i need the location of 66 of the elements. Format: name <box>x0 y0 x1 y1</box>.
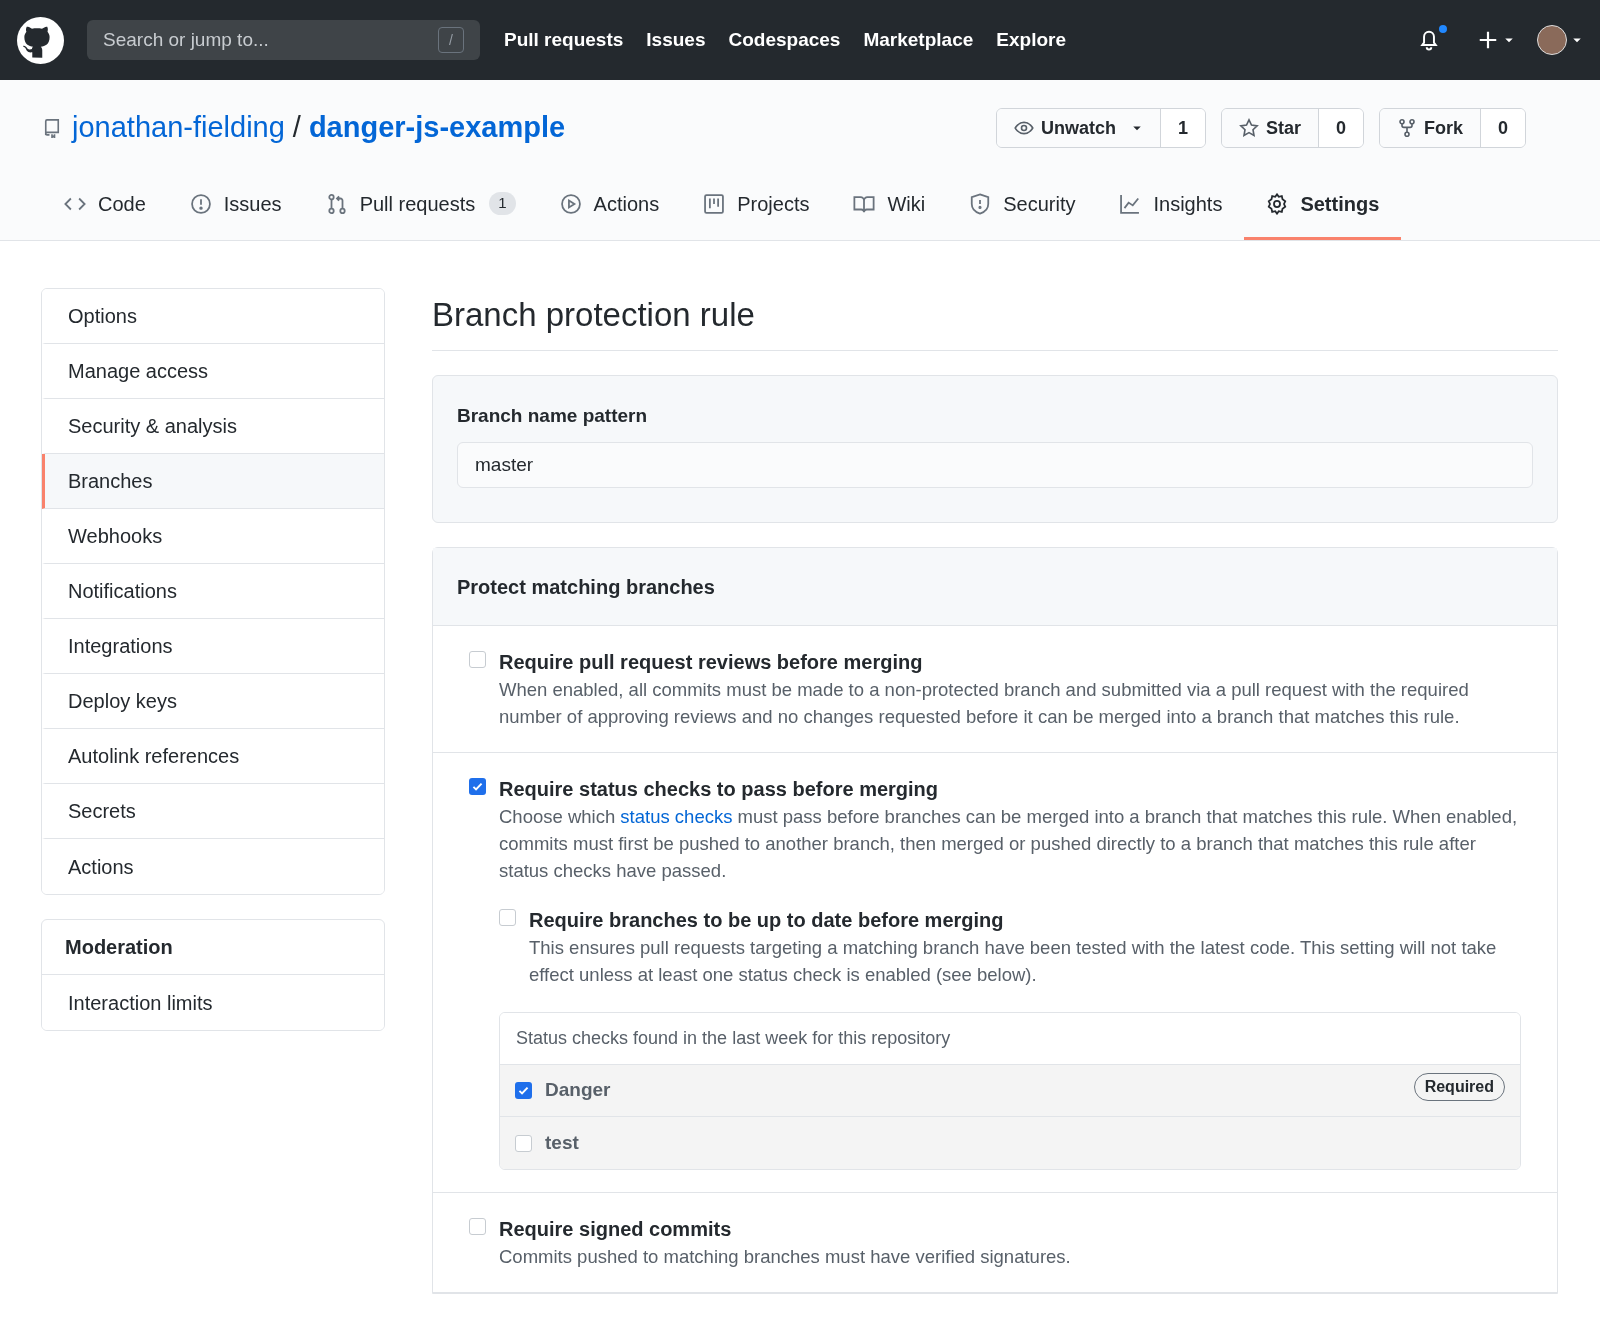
checkbox[interactable] <box>469 1218 486 1235</box>
repository-link[interactable]: danger-js-example <box>308 106 566 150</box>
checkmark-icon <box>471 780 484 793</box>
repository-tab[interactable]: Security <box>947 170 1098 240</box>
nav-link[interactable]: Pull requests <box>504 25 624 55</box>
repository-tab[interactable]: Settings <box>1244 170 1402 240</box>
count-link[interactable]: 0 <box>1481 109 1525 147</box>
option-title: Require pull request reviews before merging <box>499 650 924 675</box>
checkbox[interactable] <box>515 1134 532 1152</box>
star-icon <box>1238 118 1259 138</box>
search-placeholder: Search or jump to... <box>103 27 269 52</box>
fork-icon <box>1396 118 1417 138</box>
avatar[interactable] <box>1537 25 1567 55</box>
path-separator: / <box>292 110 301 146</box>
repository-tab[interactable]: Insights <box>1097 170 1245 240</box>
shield-icon <box>969 192 992 215</box>
circle-dot-icon <box>189 192 212 215</box>
search-field[interactable]: Search or jump to... / <box>87 20 480 60</box>
checkbox[interactable] <box>469 778 486 795</box>
plus-icon <box>1477 29 1499 51</box>
owner-link[interactable]: jonathan-fielding <box>72 106 285 150</box>
check-name: test <box>545 1130 579 1155</box>
nav-link[interactable]: Explore <box>996 25 1066 55</box>
fork-button[interactable]: Fork <box>1379 109 1481 147</box>
option-description: Choose which status checks must pass before branches can be merged into a branch that matches this rule. When enabled, commits must first be pushed to another branch, then merged or pushed directly to a branch that matches this rule after status checks have passed. <box>499 805 1519 883</box>
checkbox[interactable] <box>469 651 486 668</box>
count-link[interactable]: 1 <box>1160 109 1205 147</box>
option-title: Require status checks to pass before merging <box>499 777 940 802</box>
panel-heading: Protect matching branches <box>433 548 1557 626</box>
check-name: Danger <box>545 1078 611 1103</box>
star-button[interactable]: Star <box>1221 109 1319 147</box>
repository-tab[interactable]: Wiki <box>831 170 948 240</box>
panel-caption: Status checks found in the last week for this repository <box>500 1013 1520 1065</box>
watch-button[interactable]: Unwatch <box>996 109 1161 147</box>
nav-link[interactable]: Codespaces <box>728 25 841 55</box>
octocat-logo[interactable] <box>17 16 64 64</box>
pull-request-icon <box>325 192 348 215</box>
checkbox[interactable] <box>515 1082 532 1099</box>
repository-icon <box>42 118 62 138</box>
input-field[interactable]: master <box>457 442 1533 488</box>
shortcut-key: / <box>438 27 464 53</box>
option-title: Require signed commits <box>499 1217 733 1242</box>
project-board-icon <box>703 192 726 215</box>
checkbox[interactable] <box>499 909 516 926</box>
repository-tab[interactable]: Code <box>42 170 168 240</box>
option-description: Commits pushed to matching branches must have verified signatures. <box>499 1245 1072 1269</box>
nav-link[interactable]: Issues <box>646 25 706 55</box>
option-title: Require branches to be up to date before merging <box>529 908 1005 933</box>
counter-badge: 1 <box>489 192 516 215</box>
menu-item[interactable]: Options <box>42 289 384 344</box>
repository-tab[interactable]: Pull requests 1 <box>303 170 538 240</box>
repository-tab[interactable]: Actions <box>537 170 682 240</box>
text-link[interactable]: status checks <box>620 806 733 827</box>
line-graph-icon <box>1119 192 1142 215</box>
repository-tab[interactable]: Projects <box>681 170 832 240</box>
option-description: When enabled, all commits must be made to a non-protected branch and submitted via a pull request with the required number of approving reviews and no changes requested before it can be merged into a branch that matches this rule. <box>499 678 1470 729</box>
option-description: This ensures pull requests targeting a matching branch have been tested with the latest code. This setting will not take effect unless at least one status check is enabled (see below). <box>529 936 1498 987</box>
repository-tab[interactable]: Issues <box>167 170 304 240</box>
play-icon <box>559 192 582 215</box>
page-title: Branch protection rule <box>432 288 1558 351</box>
menu-item[interactable]: Branches <box>42 454 384 509</box>
nav-link[interactable]: Marketplace <box>863 25 974 55</box>
gear-icon <box>1266 192 1289 215</box>
count-link[interactable]: 0 <box>1318 109 1363 147</box>
field-label: Branch name pattern <box>457 403 649 428</box>
checkmark-icon <box>517 1084 530 1097</box>
